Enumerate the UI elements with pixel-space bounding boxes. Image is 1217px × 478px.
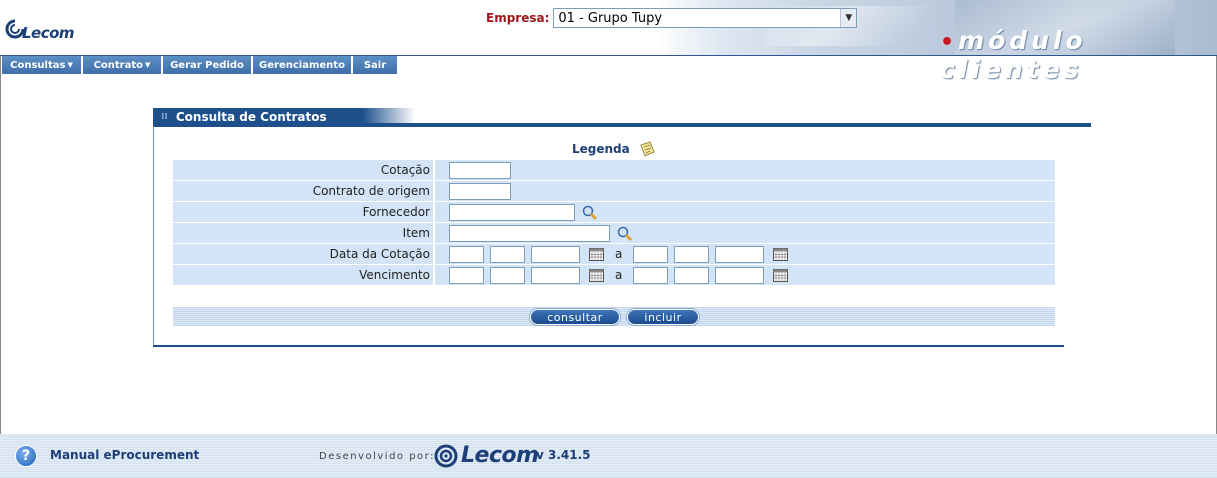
form-row-item: Item — [173, 223, 1055, 244]
search-form: Cotação Contrato de origem Fornecedor It… — [173, 160, 1055, 286]
panel-left-border — [153, 126, 154, 347]
data-cotacao-to-month[interactable] — [674, 246, 709, 263]
lecom-logo: Lecom — [4, 16, 75, 42]
footer: ? Manual eProcurement Desenvolvido por: … — [0, 434, 1217, 478]
menu-sair-label: Sair — [363, 59, 387, 71]
chevron-down-icon[interactable]: ▼ — [840, 9, 857, 27]
vencimento-to-day[interactable] — [633, 267, 668, 284]
help-icon[interactable]: ? — [15, 445, 37, 467]
cotacao-input[interactable] — [449, 162, 511, 179]
panel-title: Consulta de Contratos — [175, 110, 327, 124]
module-title: •módulo clientes — [940, 26, 1217, 84]
lecom-swirl-icon — [5, 19, 25, 39]
grip-icon: ⁞⁞ — [161, 112, 168, 122]
item-label: Item — [173, 223, 435, 243]
calendar-icon[interactable] — [589, 269, 604, 282]
data-cotacao-from-year[interactable] — [531, 246, 580, 263]
row-divider — [173, 285, 1055, 286]
legenda-label: Legenda — [572, 142, 630, 156]
data-cotacao-from-day[interactable] — [449, 246, 484, 263]
caret-down-icon: ▼ — [145, 61, 151, 69]
developed-by-label: Desenvolvido por: — [319, 451, 435, 462]
contrato-origem-input[interactable] — [449, 183, 511, 200]
empresa-label: Empresa: — [486, 11, 550, 25]
caret-down-icon: ▼ — [67, 61, 73, 69]
calendar-icon[interactable] — [773, 248, 788, 261]
footer-lecom-logo: Lecom — [433, 443, 539, 468]
lecom-swirl-icon — [434, 444, 458, 467]
form-row-contrato-origem: Contrato de origem — [173, 181, 1055, 202]
vencimento-from-day[interactable] — [449, 267, 484, 284]
empresa-selector: Empresa: 01 - Grupo Tupy ▼ — [486, 8, 858, 28]
fornecedor-input[interactable] — [449, 204, 575, 221]
module-dot-icon: • — [940, 30, 959, 55]
empresa-selected-value: 01 - Grupo Tupy — [558, 10, 663, 26]
vencimento-label: Vencimento — [173, 265, 435, 285]
menu-gerenciamento-label: Gerenciamento — [259, 59, 345, 71]
button-bar: consultar incluir — [173, 307, 1055, 326]
search-lookup-icon[interactable] — [581, 204, 599, 222]
main-menu: Consultas ▼ Contrato ▼ Gerar Pedido Gerenc… — [2, 56, 397, 74]
range-separator: a — [615, 247, 623, 261]
data-cotacao-to-year[interactable] — [715, 246, 764, 263]
data-cotacao-to-day[interactable] — [633, 246, 668, 263]
calendar-icon[interactable] — [773, 269, 788, 282]
manual-link[interactable]: Manual eProcurement — [50, 448, 199, 462]
data-cotacao-from-month[interactable] — [490, 246, 525, 263]
search-lookup-icon[interactable] — [616, 225, 634, 243]
form-row-data-cotacao: Data da Cotação a — [173, 244, 1055, 265]
range-separator: a — [615, 268, 623, 282]
vencimento-to-month[interactable] — [674, 267, 709, 284]
legend-note-icon[interactable] — [638, 140, 656, 158]
calendar-icon[interactable] — [589, 248, 604, 261]
panel-header: ⁞⁞ Consulta de Contratos — [153, 108, 415, 126]
menu-gerar-pedido[interactable]: Gerar Pedido — [163, 56, 253, 74]
version-label: v 3.41.5 — [536, 448, 591, 462]
cotacao-label: Cotação — [173, 160, 435, 180]
header: Lecom Empresa: 01 - Grupo Tupy ▼ •módulo… — [0, 0, 1217, 84]
menu-gerar-pedido-label: Gerar Pedido — [170, 59, 244, 71]
consultar-button[interactable]: consultar — [530, 309, 620, 325]
form-row-fornecedor: Fornecedor — [173, 202, 1055, 223]
menu-consultas-label: Consultas — [10, 59, 66, 71]
footer-logo-text: Lecom — [461, 443, 539, 468]
data-cotacao-label: Data da Cotação — [173, 244, 435, 264]
contrato-origem-label: Contrato de origem — [173, 181, 435, 201]
panel-bottom-border — [153, 345, 1064, 347]
module-title-text: módulo clientes — [940, 26, 1087, 84]
menu-contrato-label: Contrato — [93, 59, 144, 71]
logo-text: Lecom — [22, 24, 75, 42]
menu-gerenciamento[interactable]: Gerenciamento — [253, 56, 353, 74]
form-row-vencimento: Vencimento a — [173, 265, 1055, 286]
vencimento-from-year[interactable] — [531, 267, 580, 284]
vencimento-from-month[interactable] — [490, 267, 525, 284]
fornecedor-label: Fornecedor — [173, 202, 435, 222]
consulta-contratos-panel: ⁞⁞ Consulta de Contratos Legenda Cotação… — [153, 108, 1091, 348]
vencimento-to-year[interactable] — [715, 267, 764, 284]
legenda[interactable]: Legenda — [572, 140, 656, 158]
form-row-cotacao: Cotação — [173, 160, 1055, 181]
menu-sair[interactable]: Sair — [353, 56, 397, 74]
menu-contrato[interactable]: Contrato ▼ — [83, 56, 163, 74]
item-input[interactable] — [449, 225, 610, 242]
menu-consultas[interactable]: Consultas ▼ — [2, 56, 83, 74]
empresa-select[interactable]: 01 - Grupo Tupy ▼ — [553, 8, 858, 28]
incluir-button[interactable]: incluir — [627, 309, 699, 325]
